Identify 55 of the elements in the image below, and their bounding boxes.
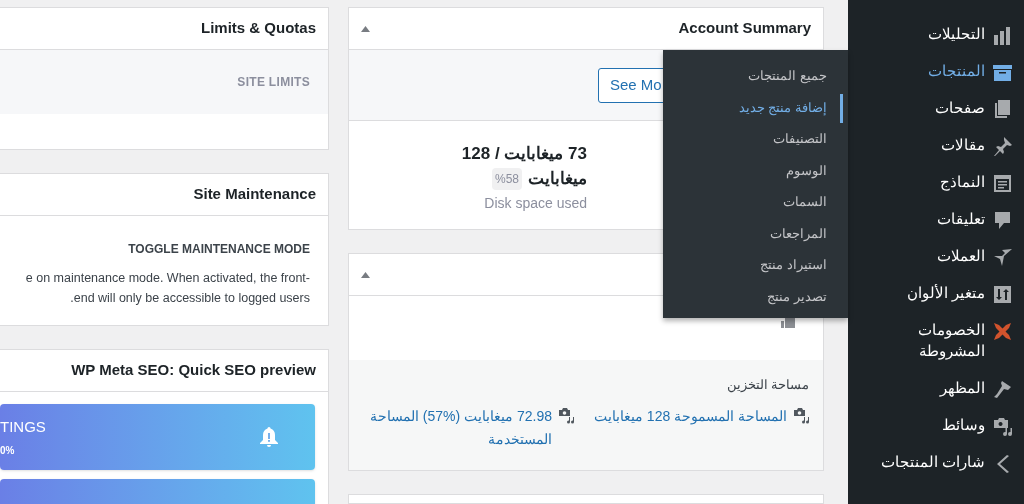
collapse-arrow-icon[interactable] (361, 271, 370, 278)
section-title: مساحة التخزين (726, 377, 809, 395)
submenu-item[interactable]: السمات (663, 186, 848, 218)
sidebar-item[interactable]: متغير الألوان (848, 275, 1024, 312)
storage-link[interactable]: المساحة المسموحة 128 ميغابايت (587, 404, 787, 428)
submenu-item[interactable]: الوسوم (663, 154, 848, 186)
arrow-figure-icon (993, 248, 1012, 267)
percent-badge: %58 (491, 167, 522, 190)
form-icon (993, 174, 1012, 193)
submenu-item[interactable]: المراجعات (663, 217, 848, 249)
speech-bubble-icon (993, 211, 1012, 230)
cross-icon (993, 322, 1012, 341)
panel-title: Limits & Quotas (201, 18, 316, 39)
sidebar-item[interactable]: المنتجات (848, 53, 1024, 90)
sidebar-item[interactable]: تعليقات (848, 201, 1024, 238)
media-icon (993, 417, 1012, 436)
bar-chart-icon (993, 26, 1012, 45)
paintbrush-icon (993, 380, 1012, 399)
sidebar-item[interactable]: وسائط (848, 407, 1024, 444)
submenu-item[interactable]: جميع المنتجات (663, 60, 848, 92)
sidebar-item[interactable]: شارات المنتجات (848, 444, 1024, 481)
sliders-icon (993, 285, 1012, 304)
sidebar-item[interactable]: الخصومات المشروطة (848, 312, 1024, 370)
active-indicator (840, 93, 843, 123)
bell-icon (260, 426, 278, 448)
media-icon (558, 406, 574, 424)
sidebar-item[interactable]: التحليلات (848, 16, 1024, 53)
submenu-item[interactable]: تصدير منتج (663, 280, 848, 312)
panel-title: Account Summary (678, 18, 811, 39)
collapse-arrow-icon[interactable] (361, 25, 370, 32)
description-text: e on maintenance mode. When activated, the front- (25, 270, 310, 287)
caption-text: Disk space used (484, 194, 587, 213)
archive-box-icon (993, 63, 1012, 82)
pin-icon (993, 137, 1012, 156)
pages-icon (993, 100, 1012, 119)
usage-text: 73 ميغابايت / 128 (461, 143, 587, 165)
pages-icon (781, 318, 795, 328)
section-label: SITE LIMITS (237, 74, 310, 91)
usage-text: ميغابايت (528, 168, 587, 190)
storage-link[interactable]: 72.98 ميغابايت (%57) المساحة المستخدمة (352, 404, 552, 451)
card-value: 0% (0, 443, 16, 458)
submenu-item[interactable]: إضافة منتج جديد (663, 91, 848, 123)
section-heading: TOGGLE MAINTENANCE MODE (128, 241, 310, 258)
media-icon (793, 406, 809, 424)
sidebar-item[interactable]: العملات (848, 238, 1024, 275)
sidebar-item[interactable]: النماذج (848, 164, 1024, 201)
description-text: .end will only be accessible to logged users (70, 290, 310, 307)
card-title: TINGS (0, 416, 46, 437)
sidebar-item[interactable]: مقالات (848, 127, 1024, 164)
sidebar-item[interactable]: صفحات (848, 90, 1024, 127)
panel-title: WP Meta SEO: Quick SEO preview (71, 360, 316, 381)
submenu-item[interactable]: استيراد منتج (663, 249, 848, 281)
sidebar-item[interactable]: المظهر (848, 370, 1024, 407)
panel-title: Site Maintenance (193, 184, 316, 205)
submenu-item[interactable]: التصنيفات (663, 123, 848, 155)
